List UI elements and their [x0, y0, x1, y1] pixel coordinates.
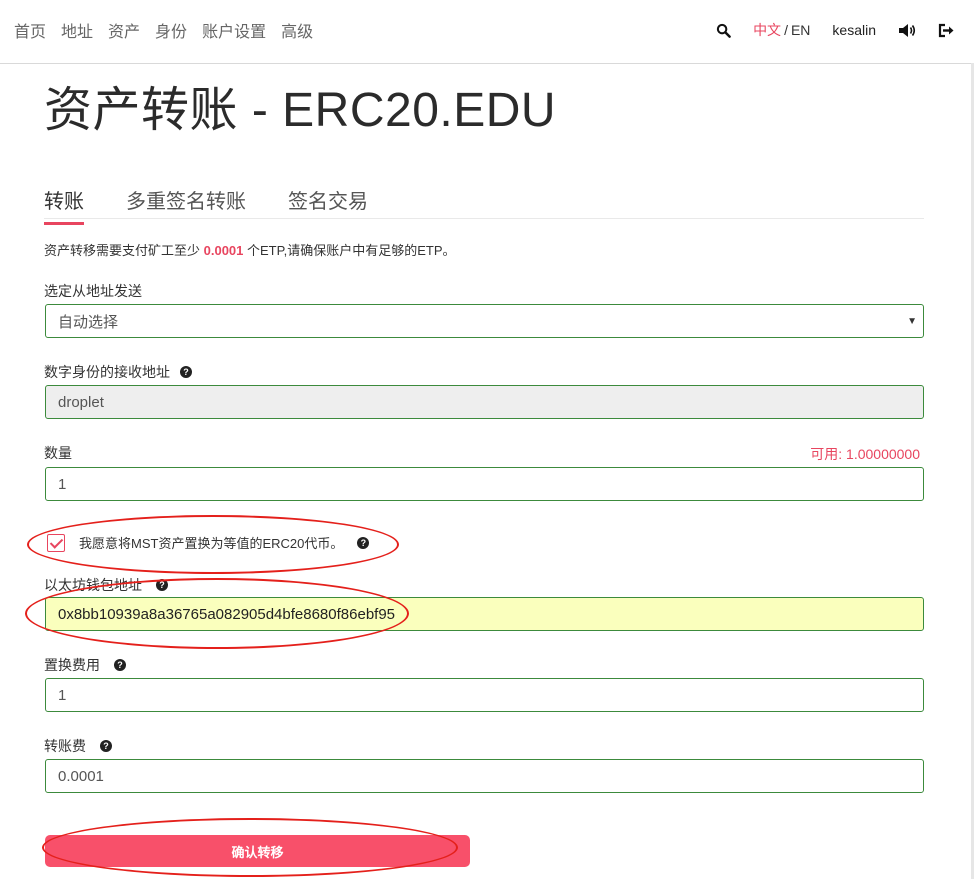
transfer-fee-label: 转账费 ?: [44, 736, 112, 756]
fee-notice-after: 个ETP,请确保账户中有足够的ETP。: [243, 243, 456, 258]
nav-address[interactable]: 地址: [61, 18, 93, 42]
swap-option: 我愿意将MST资产置换为等值的ERC20代币。 ?: [47, 533, 370, 552]
eth-address-label-text: 以太坊钱包地址: [44, 577, 142, 593]
help-icon[interactable]: ?: [100, 740, 112, 752]
eth-address-input[interactable]: 0x8bb10939a8a36765a082905d4bfe8680f86ebf…: [45, 597, 924, 631]
help-icon[interactable]: ?: [156, 579, 168, 591]
volume-icon[interactable]: [898, 23, 916, 38]
recipient-field[interactable]: droplet: [45, 385, 924, 419]
lang-en-link[interactable]: EN: [791, 22, 810, 38]
tab-multisig-transfer[interactable]: 多重签名转账: [126, 185, 246, 222]
eth-address-label: 以太坊钱包地址 ?: [44, 575, 168, 595]
fee-notice: 资产转移需要支付矿工至少 0.0001 个ETP,请确保账户中有足够的ETP。: [44, 240, 456, 259]
tab-transfer[interactable]: 转账: [44, 185, 84, 225]
from-address-label: 选定从地址发送: [44, 281, 142, 301]
nav-identity[interactable]: 身份: [155, 18, 187, 42]
username[interactable]: kesalin: [832, 22, 876, 38]
recipient-label: 数字身份的接收地址 ?: [44, 362, 192, 382]
fee-notice-before: 资产转移需要支付矿工至少: [44, 243, 204, 258]
from-address-value: 自动选择: [58, 313, 119, 331]
help-icon[interactable]: ?: [180, 366, 192, 378]
amount-input[interactable]: 1: [45, 467, 924, 501]
transfer-tabs: 转账 多重签名转账 签名交易: [44, 180, 924, 225]
swap-fee-label-text: 置换费用: [44, 657, 100, 673]
nav-assets[interactable]: 资产: [108, 18, 140, 42]
fee-notice-amount: 0.0001: [203, 243, 244, 258]
top-nav: 首页 地址 资产 身份 账户设置 高级 中文 / EN kesalin: [0, 0, 974, 64]
amount-label: 数量: [44, 443, 72, 463]
swap-checkbox-label[interactable]: 我愿意将MST资产置换为等值的ERC20代币。: [79, 533, 343, 552]
confirm-transfer-button[interactable]: 确认转移: [45, 835, 470, 867]
nav-account-settings[interactable]: 账户设置: [202, 18, 266, 42]
swap-fee-input[interactable]: 1: [45, 678, 924, 712]
transfer-fee-value: 0.0001: [58, 767, 104, 785]
transfer-fee-label-text: 转账费: [44, 738, 86, 754]
lang-cn-link[interactable]: 中文: [753, 20, 781, 40]
nav-home[interactable]: 首页: [14, 18, 46, 42]
logout-icon[interactable]: [938, 23, 954, 38]
available-balance[interactable]: 可用: 1.00000000: [810, 444, 920, 464]
from-address-label-text: 选定从地址发送: [44, 283, 142, 299]
tab-sign-transaction[interactable]: 签名交易: [288, 185, 368, 222]
help-icon[interactable]: ?: [114, 659, 126, 671]
nav-advanced[interactable]: 高级: [281, 18, 313, 42]
amount-label-text: 数量: [44, 445, 72, 461]
lang-separator: /: [784, 22, 788, 38]
language-switch: 中文 / EN: [753, 20, 810, 40]
help-icon[interactable]: ?: [357, 536, 370, 549]
page-title: 资产转账 - ERC20.EDU: [44, 84, 557, 137]
swap-fee-value: 1: [58, 686, 67, 704]
eth-address-value: 0x8bb10939a8a36765a082905d4bfe8680f86ebf…: [58, 605, 396, 623]
swap-fee-label: 置换费用 ?: [44, 655, 126, 675]
chevron-down-icon: ▼: [907, 316, 917, 327]
recipient-value: droplet: [58, 393, 104, 411]
swap-checkbox[interactable]: [47, 533, 65, 552]
main-menu: 首页 地址 资产 身份 账户设置 高级: [14, 0, 328, 60]
transfer-fee-input[interactable]: 0.0001: [45, 759, 924, 793]
amount-value: 1: [58, 475, 67, 493]
from-address-select[interactable]: 自动选择 ▼: [45, 304, 924, 338]
recipient-label-text: 数字身份的接收地址: [44, 364, 170, 380]
nav-tools: 中文 / EN kesalin: [694, 0, 954, 60]
search-icon[interactable]: [716, 23, 731, 38]
